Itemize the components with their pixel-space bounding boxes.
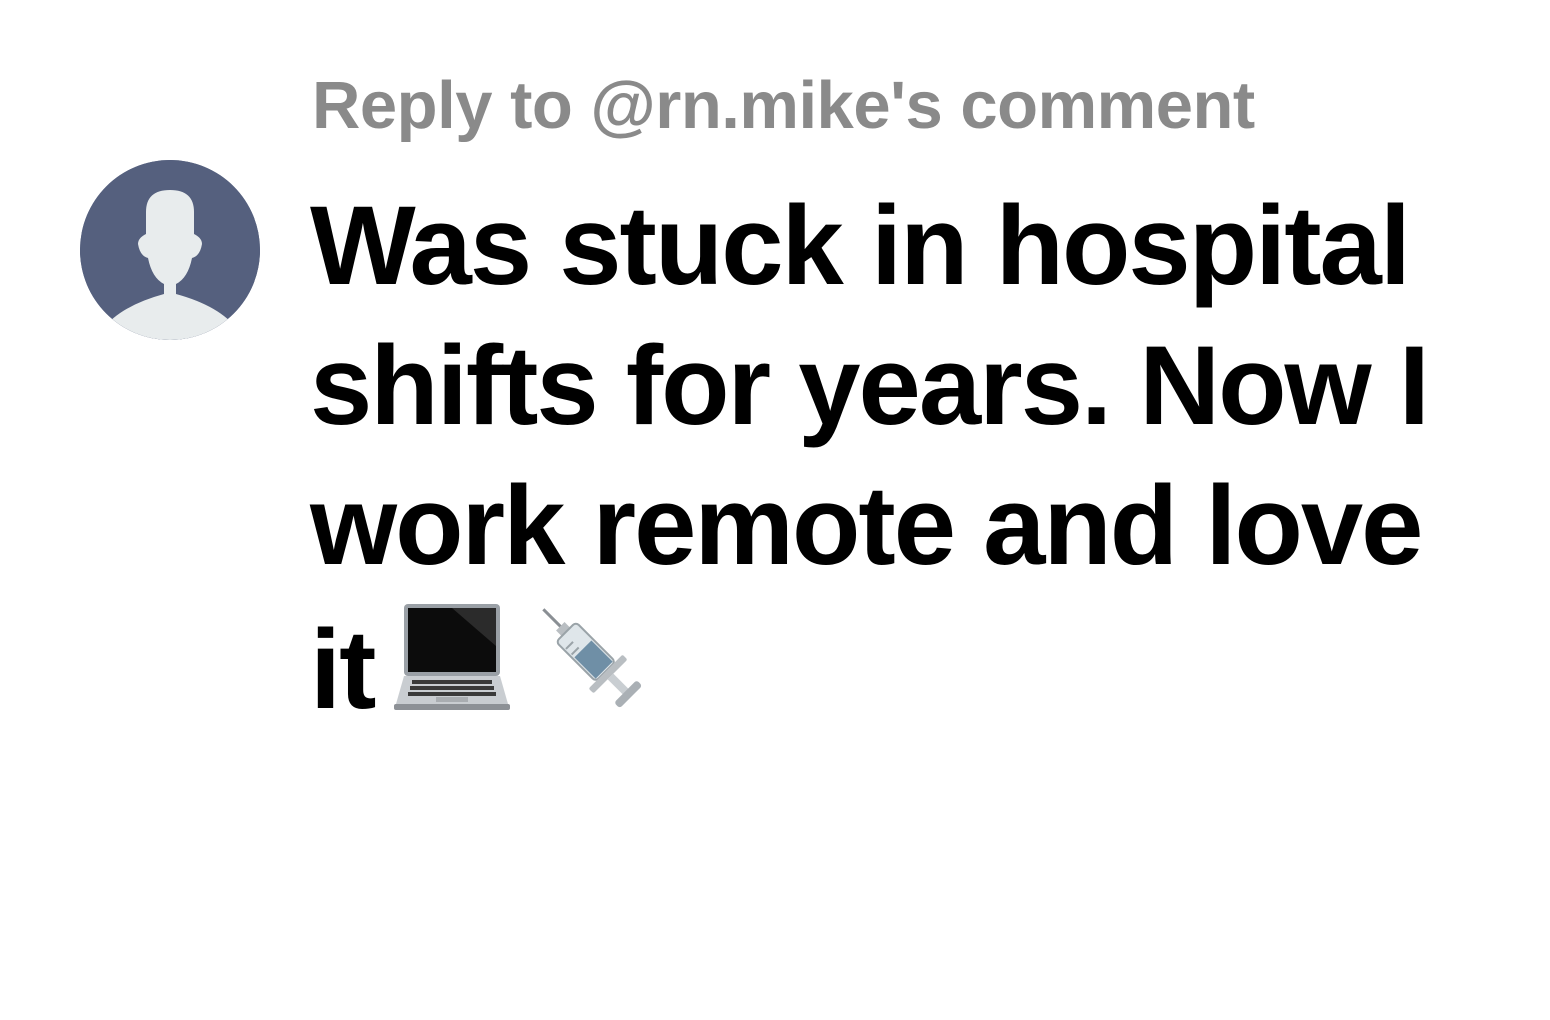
syringe-icon (530, 596, 650, 716)
reply-header: Reply to @rn.mike's comment (312, 68, 1255, 143)
default-user-icon (80, 160, 260, 340)
comment-body: Was stuck in hospital shifts for years. … (310, 176, 1480, 740)
reply-card: Reply to @rn.mike's comment Was stuck in… (0, 0, 1550, 1020)
laptop-icon (392, 596, 512, 716)
avatar[interactable] (80, 160, 260, 340)
